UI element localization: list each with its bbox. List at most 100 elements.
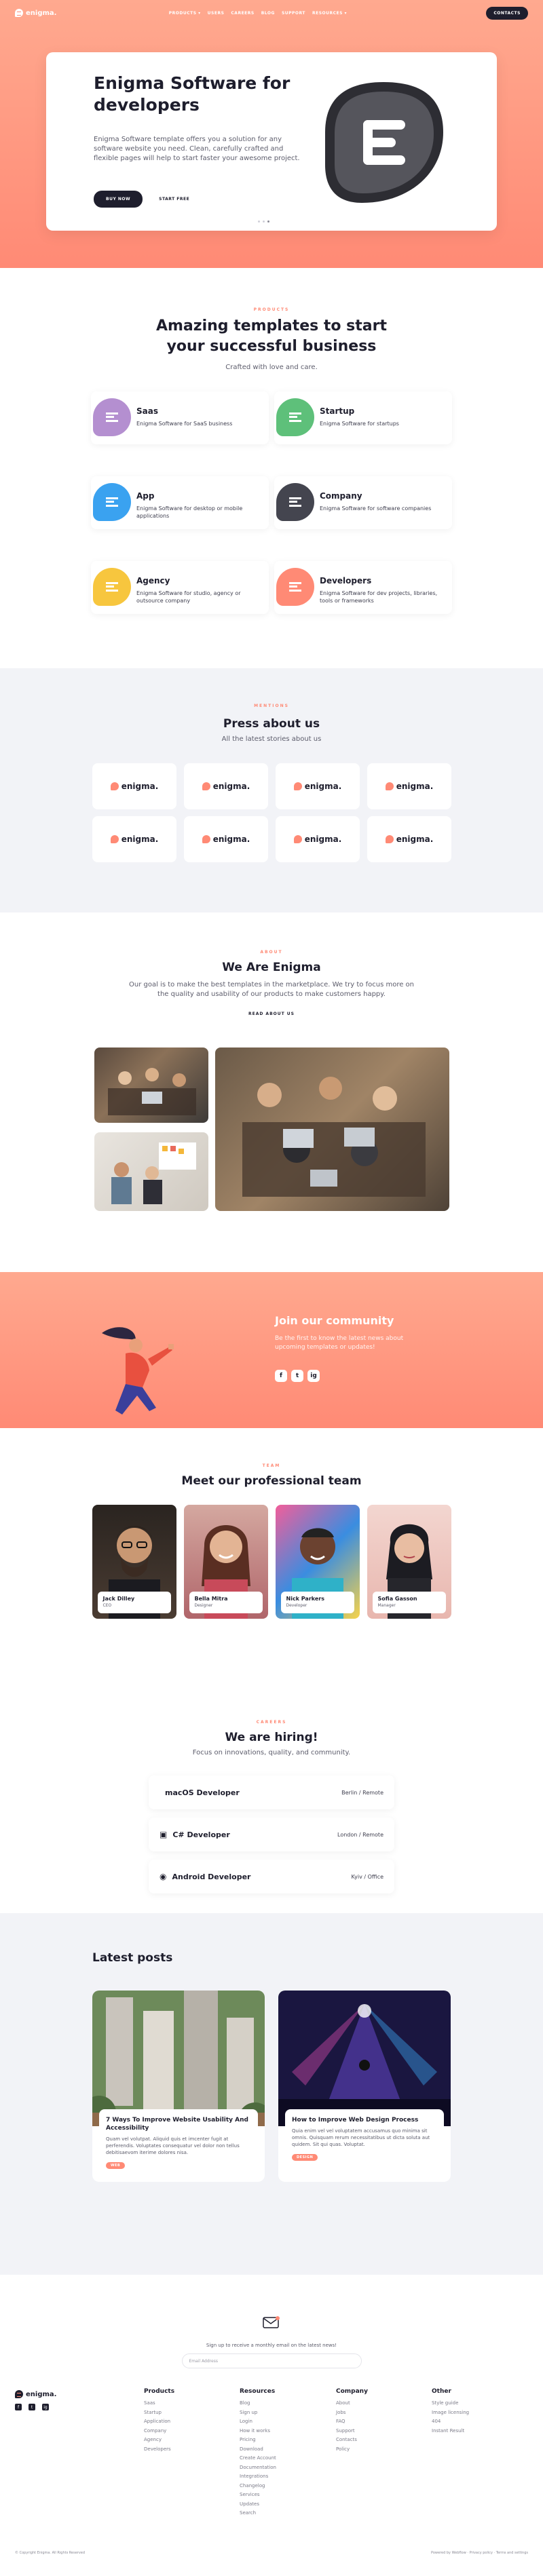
nav-products[interactable]: PRODUCTS ▾ [169,11,201,16]
template-card-saas[interactable]: Saas Enigma Software for SaaS business [91,391,269,444]
posts-list: 7 Ways To Improve Website Usability And … [92,1991,451,2182]
footer-link[interactable]: Instant Result [432,2427,469,2436]
press-logo[interactable]: enigma. [367,763,451,809]
footer-link[interactable]: Developers [144,2445,174,2455]
footer-link[interactable]: Contacts [336,2436,368,2445]
template-card-developers[interactable]: Developers Enigma Software for dev proje… [274,561,452,614]
footer-logo[interactable]: enigma. [15,2390,56,2398]
startup-icon [276,398,314,436]
footer-link[interactable]: Support [336,2427,368,2436]
footer-link[interactable]: Company [144,2427,174,2436]
job-item[interactable]: macOS Developer Berlin / Remote [149,1775,394,1809]
post-tag[interactable]: WEB [106,2162,126,2169]
footer-link[interactable]: FAQ [336,2417,368,2427]
member-caption: Jack Dilley CEO [97,1592,171,1613]
carousel-dots[interactable] [258,220,269,223]
nav-users[interactable]: USERS [208,11,225,16]
footer-link[interactable]: About [336,2399,368,2408]
footer-link[interactable]: Style guide [432,2399,469,2408]
facebook-icon[interactable]: f [15,2404,22,2410]
team-member-card[interactable]: Sofia Gasson Manager [367,1505,451,1619]
template-card-startup[interactable]: Startup Enigma Software for startups [274,391,452,444]
footer-link[interactable]: Sign up [240,2408,276,2418]
footer-link[interactable]: Updates [240,2500,276,2510]
footer-link[interactable]: Pricing [240,2436,276,2445]
team-member-card[interactable]: Bella Mitra Designer [183,1505,268,1619]
job-item[interactable]: ◉ Android Developer Kyiv / Office [149,1860,394,1893]
about-section: ABOUT We Are Enigma Our goal is to make … [0,912,543,1272]
read-about-us-link[interactable]: READ ABOUT US [0,1012,543,1016]
press-logo[interactable]: enigma. [276,763,360,809]
press-logo[interactable]: enigma. [367,816,451,862]
template-card-agency[interactable]: Agency Enigma Software for studio, agenc… [91,561,269,614]
job-item[interactable]: ▣ C# Developer London / Remote [149,1818,394,1851]
press-logo[interactable]: enigma. [184,763,268,809]
press-logo[interactable]: enigma. [276,816,360,862]
footer-link[interactable]: Image licensing [432,2408,469,2418]
app-icon [93,483,131,521]
buy-now-button[interactable]: BUY NOW [94,191,143,208]
nav-careers[interactable]: CAREERS [231,11,254,16]
footer-link[interactable]: Agency [144,2436,174,2445]
team-title: Meet our professional team [181,1474,362,1488]
footer-link[interactable]: Integrations [240,2472,276,2482]
nav-resources[interactable]: RESOURCES ▾ [312,11,347,16]
office-photo [94,1047,208,1123]
template-desc: Enigma Software for dev projects, librar… [320,590,438,604]
footer-link[interactable]: Login [240,2417,276,2427]
facebook-icon[interactable]: f [275,1370,287,1382]
enigma-logo-icon [293,835,302,843]
instagram-icon[interactable]: ig [42,2404,49,2410]
footer-link[interactable]: Application [144,2417,174,2427]
footer-link[interactable]: Changelog [240,2482,276,2491]
team-member-card[interactable]: Nick Parkers Developer [275,1505,360,1619]
press-logo-text: enigma. [212,782,250,791]
instagram-icon[interactable]: ig [307,1370,320,1382]
twitter-icon[interactable]: t [291,1370,303,1382]
hero-card: Enigma Software for developers Enigma So… [46,52,497,231]
member-role: Designer [194,1603,213,1608]
footer-link[interactable]: Policy [336,2445,368,2455]
template-card-company[interactable]: Company Enigma Software for software com… [274,476,452,529]
footer-col-company: Company About Jobs FAQ Support Contacts … [336,2388,368,2454]
contacts-button[interactable]: CONTACTS [486,6,528,20]
footer-link[interactable]: Saas [144,2399,174,2408]
logo[interactable]: enigma. [15,9,56,17]
nav-support[interactable]: SUPPORT [282,11,305,16]
start-free-button[interactable]: START FREE [149,191,200,208]
jobs-list: macOS Developer Berlin / Remote ▣ C# Devel… [149,1775,394,1893]
carousel-dot[interactable] [258,220,260,223]
email-input[interactable]: Email Address [181,2353,362,2368]
member-caption: Bella Mitra Designer [189,1592,263,1613]
carousel-dot[interactable] [263,220,265,223]
post-card[interactable]: How to Improve Web Design Process Quia e… [278,1991,451,2182]
posts-section: Latest posts 7 Ways To Improve Website U… [0,1913,543,2275]
press-logo[interactable]: enigma. [92,816,176,862]
press-logo[interactable]: enigma. [184,816,268,862]
footer-link[interactable]: Download [240,2445,276,2455]
template-card-app[interactable]: App Enigma Software for desktop or mobil… [91,476,269,529]
footer-link[interactable]: Search [240,2509,276,2518]
footer-link[interactable]: Services [240,2491,276,2500]
nav-blog[interactable]: BLOG [261,11,275,16]
footer-link[interactable]: Startup [144,2408,174,2418]
carousel-dot-active[interactable] [267,220,269,223]
footer-link[interactable]: Blog [240,2399,276,2408]
post-card[interactable]: 7 Ways To Improve Website Usability And … [92,1991,265,2182]
footer-link[interactable]: 404 [432,2417,469,2427]
template-desc: Enigma Software for software companies [320,505,432,512]
powered-by[interactable]: Powered by Webflow · Privacy policy · Te… [431,2551,528,2555]
footer-link[interactable]: Jobs [336,2408,368,2418]
twitter-icon[interactable]: t [29,2404,35,2410]
about-eyebrow: ABOUT [260,950,283,955]
team-grid: Jack Dilley CEO Bella Mitra Designer Nick … [92,1505,451,1619]
footer-col-title: Company [336,2388,368,2395]
about-text: Our goal is to make the best templates i… [128,981,414,998]
team-member-card[interactable]: Jack Dilley CEO [92,1505,176,1619]
footer-link[interactable]: How it works [240,2427,276,2436]
press-logo[interactable]: enigma. [92,763,176,809]
job-location: Kyiv / Office [351,1873,384,1880]
footer-link[interactable]: Create Account [240,2454,276,2463]
footer-link[interactable]: Documentation [240,2463,276,2473]
post-tag[interactable]: DESIGN [292,2154,318,2161]
